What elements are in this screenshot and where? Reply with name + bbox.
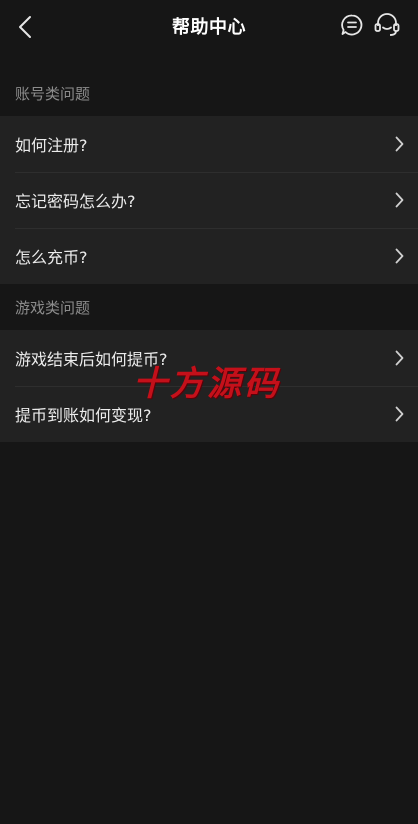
chevron-right-icon bbox=[392, 191, 406, 209]
header-bar: 帮助中心 bbox=[0, 0, 418, 52]
section-title-game: 游戏类问题 bbox=[15, 299, 91, 317]
list-item-label: 怎么充币? bbox=[15, 248, 88, 267]
list-item[interactable]: 如何注册? bbox=[0, 116, 418, 172]
watermark-text: 十方源码 bbox=[133, 364, 281, 404]
chat-bubble-icon bbox=[341, 14, 363, 36]
chevron-right-icon bbox=[392, 405, 406, 423]
customer-service-button[interactable] bbox=[372, 10, 402, 40]
list-item[interactable]: 忘记密码怎么办? bbox=[0, 172, 418, 228]
list-item-label: 提币到账如何变现? bbox=[15, 406, 152, 425]
section-title-account: 账号类问题 bbox=[15, 85, 91, 103]
chevron-right-icon bbox=[392, 247, 406, 265]
account-questions-list: 如何注册? 忘记密码怎么办? 怎么充币? bbox=[0, 116, 418, 284]
headset-icon bbox=[374, 13, 400, 36]
chevron-right-icon bbox=[392, 135, 406, 153]
help-center-page: 帮助中心 账号类问题 如何注册? 忘记密码怎么办? 怎么充币? 游戏类问题 游戏… bbox=[0, 0, 418, 824]
list-item-label: 忘记密码怎么办? bbox=[15, 192, 136, 211]
chevron-right-icon bbox=[392, 349, 406, 367]
list-item[interactable]: 怎么充币? bbox=[0, 228, 418, 284]
message-button[interactable] bbox=[338, 11, 366, 39]
list-item-label: 如何注册? bbox=[15, 136, 88, 155]
